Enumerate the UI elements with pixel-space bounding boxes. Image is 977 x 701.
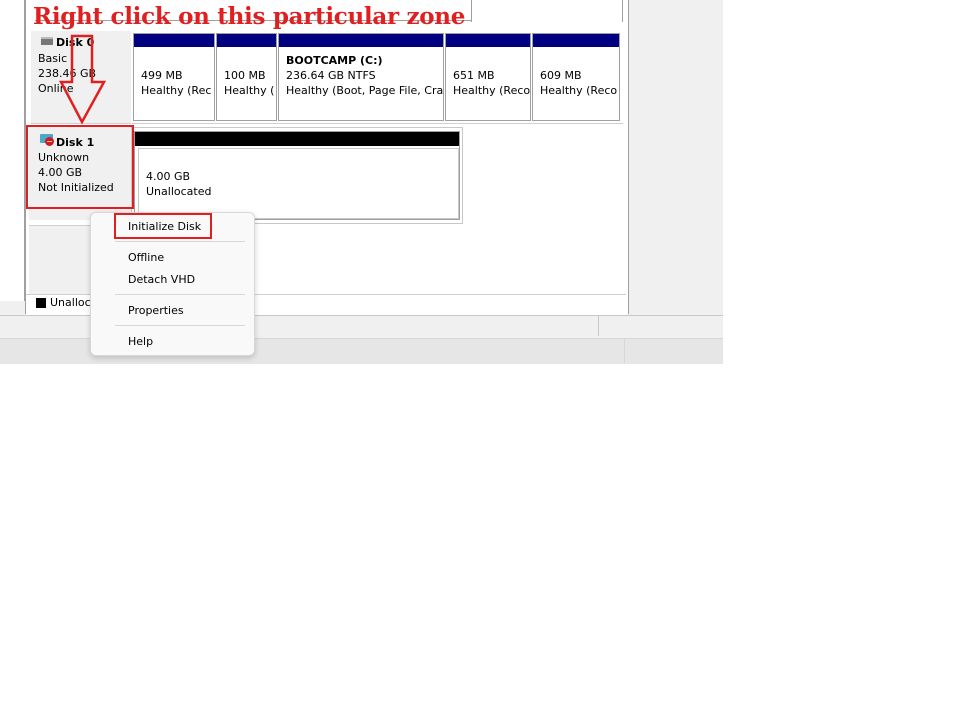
unallocated-swatch: [36, 298, 46, 308]
menu-item-detach-vhd[interactable]: Detach VHD: [128, 272, 195, 287]
menu-item-help[interactable]: Help: [128, 334, 153, 349]
unallocated-partition[interactable]: 4.00 GB Unallocated: [134, 131, 460, 220]
partition-size: 609 MB: [540, 69, 582, 82]
menu-separator: [115, 241, 245, 242]
highlight-box-initialize-disk: [114, 213, 212, 239]
partition-name: BOOTCAMP (C:): [286, 54, 383, 67]
highlight-box-disk-1: [26, 125, 134, 209]
unallocated-bar: [135, 132, 459, 146]
partition-bar: [446, 34, 530, 47]
partition-size: 100 MB: [224, 69, 266, 82]
partition-status: Healthy (Boot, Page File, Cra: [286, 84, 443, 97]
partition-size: 499 MB: [141, 69, 183, 82]
partition-status: Healthy (Reco: [453, 84, 530, 97]
menu-separator: [115, 294, 245, 295]
divider: [622, 0, 623, 22]
partition-status: Healthy (Reco: [540, 84, 618, 97]
partition-size: 4.00 GB: [146, 170, 191, 183]
lower-separator: [624, 339, 625, 363]
left-pane: [0, 0, 25, 301]
down-arrow-icon: [58, 34, 107, 125]
menu-separator: [115, 325, 245, 326]
annotation-title: Right click on this particular zone: [33, 3, 466, 30]
partition-bar: [279, 34, 443, 47]
partition-size: 236.64 GB NTFS: [286, 69, 376, 82]
partition[interactable]: 499 MB Healthy (Rec: [133, 33, 215, 121]
disk-icon: [41, 37, 53, 45]
partition-size: 651 MB: [453, 69, 495, 82]
partition[interactable]: 100 MB Healthy (: [216, 33, 277, 121]
menu-item-offline[interactable]: Offline: [128, 250, 164, 265]
partition-bar: [134, 34, 214, 47]
partition-bootcamp[interactable]: BOOTCAMP (C:) 236.64 GB NTFS Healthy (Bo…: [278, 33, 444, 121]
status-separator: [598, 316, 599, 336]
partition-status: Unallocated: [146, 185, 212, 198]
partition-status: Healthy (Rec: [141, 84, 212, 97]
partition-bar: [533, 34, 619, 47]
partition-status: Healthy (: [224, 84, 275, 97]
partition-bar: [217, 34, 276, 47]
partition[interactable]: 651 MB Healthy (Reco: [445, 33, 531, 121]
legend-label: Unalloc: [50, 296, 91, 309]
partition[interactable]: 609 MB Healthy (Reco: [532, 33, 620, 121]
menu-item-properties[interactable]: Properties: [128, 303, 184, 318]
